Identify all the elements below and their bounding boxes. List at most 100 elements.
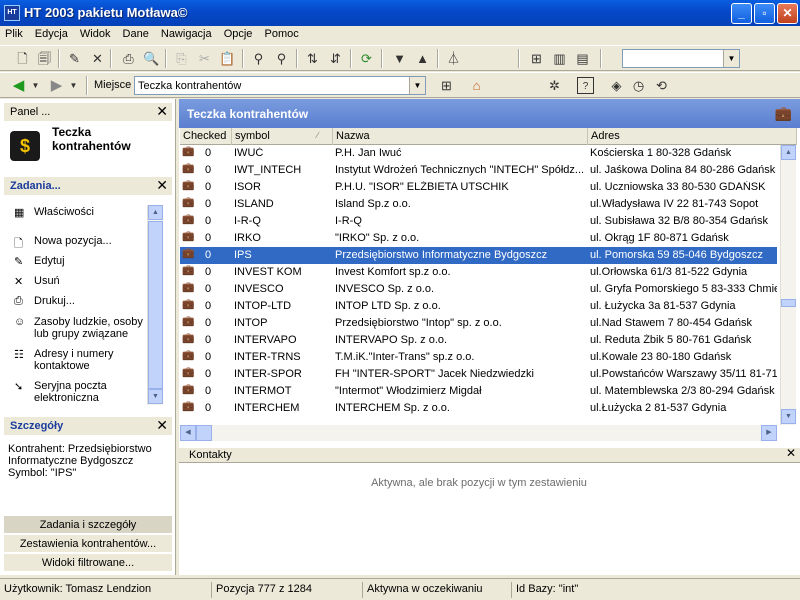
menu-widok[interactable]: Widok (75, 26, 115, 40)
cut-icon[interactable]: ✂ (196, 50, 213, 67)
filter-icon[interactable]: ⏃ (445, 50, 462, 67)
table-row[interactable]: 💼 0 INTERCHEM INTERCHEM Sp. z o.o. ul.Łużyck… (180, 400, 777, 417)
arrow-down-icon[interactable]: ▼ (391, 50, 408, 67)
delete-icon[interactable]: ✕ (89, 50, 106, 67)
cell-checked: 0 (205, 232, 212, 244)
scroll-left-icon[interactable]: ◀ (180, 425, 196, 441)
table-row[interactable]: 💼 0 INTER-SPOR FH "INTER-SPORT" Jacek Niedz… (180, 366, 777, 383)
find-next-icon[interactable]: ⚲ (273, 50, 290, 67)
help-icon[interactable]: ? (577, 77, 594, 94)
table-row[interactable]: 💼 0 INTERMOT "Intermot" Włodzimierz Migdał u… (180, 383, 777, 400)
scroll-down-icon[interactable]: ▼ (781, 409, 796, 424)
delete-icon: ✕ (14, 276, 24, 288)
edit-icon[interactable]: ✎ (66, 50, 83, 67)
forward-icon[interactable]: ▶ (48, 77, 65, 94)
table-row[interactable]: 💼 0 INVESCO INVESCO Sp. z o.o. ul. Gryfa Pom… (180, 281, 777, 298)
table-row[interactable]: 💼 0 IWT_INTECH Instytut Wdrożeń Technicznyc… (180, 162, 777, 179)
table-row[interactable]: 💼 0 IRKO "IRKO" Sp. z o.o. ul. Okrąg 1F 80-8… (180, 230, 777, 247)
panel-header[interactable]: Panel ... ✕ (4, 103, 172, 121)
scroll-up-icon[interactable]: ▲ (148, 205, 163, 220)
copy-icon[interactable]: ⎘ (173, 50, 190, 67)
scroll-right-icon[interactable]: ▶ (761, 425, 777, 441)
paste-icon[interactable]: 📋 (219, 50, 236, 67)
sync-icon[interactable]: ⟲ (653, 77, 670, 94)
close-button[interactable]: ✕ (777, 3, 798, 24)
table-row[interactable]: 💼 0 INTER-TRNS T.M.iK."Inter-Trans" sp.z o.… (180, 349, 777, 366)
contacts-header[interactable]: Kontakty ✕ (179, 446, 800, 462)
title-bar[interactable]: HT HT 2003 pakietu Motława© _ ▫ ✕ (0, 0, 800, 26)
menu-dane[interactable]: Dane (118, 26, 153, 40)
back-icon[interactable]: ◀ (10, 77, 27, 94)
menu-edycja[interactable]: Edycja (30, 26, 72, 40)
tree-view-icon[interactable]: ⊞ (528, 50, 545, 67)
scroll-thumb[interactable] (148, 221, 163, 389)
table-row[interactable]: 💼 0 ISLAND Island Sp.z o.o. ul.Władysława IV… (180, 196, 777, 213)
column-adres[interactable]: Adres (588, 128, 797, 145)
status-position: Pozycja 777 z 1284 (211, 582, 361, 598)
nav-zadania-i-szczegoly[interactable]: Zadania i szczegóły (4, 515, 172, 533)
column-nazwa[interactable]: Nazwa (333, 128, 588, 145)
menu-nawigacja[interactable]: Nawigacja (156, 26, 216, 40)
new-icon[interactable]: 🗋 (14, 50, 31, 67)
tools-icon[interactable]: ✲ (546, 77, 563, 94)
table-vertical-scrollbar[interactable]: ▲ ▼ (780, 145, 796, 425)
close-icon[interactable]: ✕ (156, 417, 168, 434)
cell-nazwa: INTERVAPO Sp. z o.o. (335, 334, 448, 346)
tasks-header[interactable]: Zadania... ✕ (4, 177, 172, 195)
scroll-up-icon[interactable]: ▲ (781, 145, 796, 160)
arrow-up-icon[interactable]: ▲ (414, 50, 431, 67)
column-checked[interactable]: Checked (180, 128, 232, 145)
close-icon[interactable]: ✕ (156, 177, 168, 194)
table-row[interactable]: 💼 0 INVEST KOM Invest Komfort sp.z o.o. ul.O… (180, 264, 777, 281)
view-select[interactable]: ▼ (622, 49, 740, 68)
table-row[interactable]: 💼 0 ISOR P.H.U. "ISOR" ELŻBIETA UTSCHIK ul. … (180, 179, 777, 196)
home-icon[interactable]: ⌂ (468, 77, 485, 94)
scroll-thumb[interactable] (196, 425, 212, 441)
maximize-button[interactable]: ▫ (754, 3, 775, 24)
properties-icon[interactable]: 🗐 (36, 50, 53, 67)
table-row[interactable]: 💼 0 INTOP Przedsiębiorstwo "Intop" sp. z o.… (180, 315, 777, 332)
table-row[interactable]: 💼 0 IWUĆ P.H. Jan Iwuć Kościerska 1 80-328 G… (180, 145, 777, 162)
details-header[interactable]: Szczegóły ✕ (4, 417, 172, 435)
print-preview-icon[interactable]: 🔍 (143, 50, 160, 67)
menu-plik[interactable]: Plik (0, 26, 27, 40)
status-state: Aktywna w oczekiwaniu (362, 582, 510, 598)
tag-icon[interactable]: ◈ (608, 77, 625, 94)
cell-nazwa: INTERCHEM Sp. z o.o. (335, 402, 450, 414)
close-icon[interactable]: ✕ (786, 446, 796, 460)
tree-view-icon[interactable]: ⊞ (438, 77, 455, 94)
table-horizontal-scrollbar[interactable]: ◀ ▶ (180, 425, 777, 441)
briefcase-icon: 💼 (182, 146, 195, 157)
scroll-thumb[interactable] (781, 299, 796, 307)
panel-view-icon[interactable]: ▥ (551, 50, 568, 67)
nav-zestawienia-kontrahentow[interactable]: Zestawienia kontrahentów... (4, 534, 172, 552)
table-row[interactable]: 💼 0 INTOP-LTD INTOP LTD Sp. z o.o. ul. Łużyc… (180, 298, 777, 315)
menu-opcje[interactable]: Opcje (219, 26, 257, 40)
find-icon[interactable]: ⚲ (250, 50, 267, 67)
panel-label: Panel ... (10, 106, 51, 118)
location-select[interactable]: Teczka kontrahentów ▼ (134, 76, 426, 95)
layout-icon[interactable]: ▤ (574, 50, 591, 67)
menu-bar: Plik Edycja Widok Dane Nawigacja Opcje P… (0, 26, 800, 45)
sort-ascending-icon[interactable]: ⇅ (304, 50, 321, 67)
refresh-icon[interactable]: ⟳ (358, 50, 375, 67)
table-row[interactable]: 💼 0 IPS Przedsiębiorstwo Informatyczne Bydg… (180, 247, 777, 264)
nav-widoki-filtrowane[interactable]: Widoki filtrowane... (4, 553, 172, 571)
location-label: Miejsce (94, 79, 132, 91)
close-icon[interactable]: ✕ (156, 103, 168, 120)
chevron-down-icon[interactable]: ▼ (409, 77, 425, 94)
menu-pomoc[interactable]: Pomoc (260, 26, 303, 40)
clock-icon[interactable]: ◷ (630, 77, 647, 94)
table-row[interactable]: 💼 0 I-R-Q I-R-Q ul. Subisława 32 B/8 80-354 … (180, 213, 777, 230)
cell-symbol: IPS (234, 249, 252, 261)
print-icon[interactable]: ⎙ (120, 50, 137, 67)
chevron-down-icon[interactable]: ▼ (65, 77, 82, 94)
cell-adres: ul.Łużycka 2 81-537 Gdynia (590, 402, 727, 414)
table-row[interactable]: 💼 0 INTERVAPO INTERVAPO Sp. z o.o. ul. Redut… (180, 332, 777, 349)
chevron-down-icon[interactable]: ▼ (27, 77, 44, 94)
chevron-down-icon[interactable]: ▼ (723, 50, 739, 67)
scroll-down-icon[interactable]: ▼ (148, 389, 163, 404)
minimize-button[interactable]: _ (731, 3, 752, 24)
tasks-scrollbar[interactable]: ▲ ▼ (147, 205, 163, 405)
sort-descending-icon[interactable]: ⇵ (327, 50, 344, 67)
